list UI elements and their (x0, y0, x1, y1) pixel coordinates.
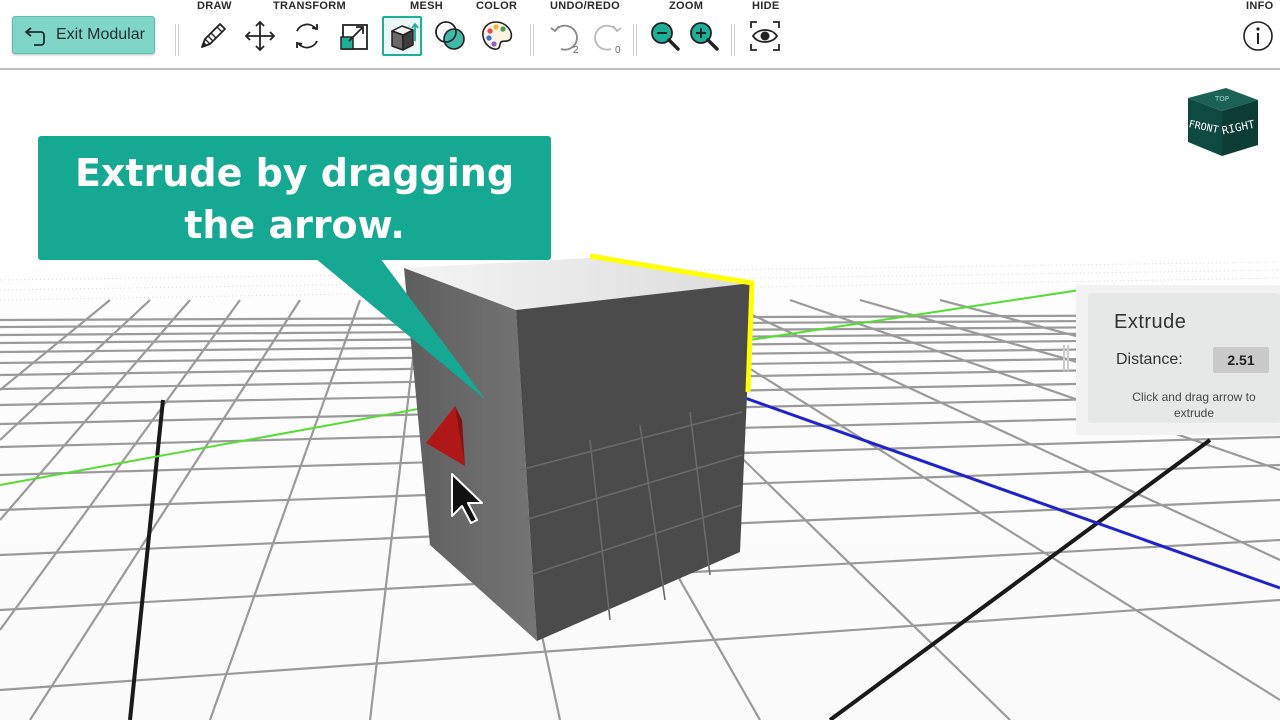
toolbar: Exit Modular DRAW TRANSFORM MESH COLOR U… (0, 0, 1280, 70)
extrude-tool-button[interactable] (382, 16, 422, 56)
toolbar-separator (175, 24, 179, 56)
redo-count: 0 (615, 45, 621, 56)
undo-redo-group-label: UNDO/REDO (550, 0, 620, 12)
transform-group-label: TRANSFORM (273, 0, 346, 12)
view-cube-top-label: TOP (1214, 95, 1229, 103)
zoom-in-button[interactable] (684, 16, 724, 56)
draw-group-label: DRAW (197, 0, 232, 12)
extrude-card: Extrude Distance: 2.51 Click and drag ar… (1088, 293, 1280, 423)
scale-tool-button[interactable] (334, 16, 374, 56)
move-arrows-icon (244, 20, 276, 52)
view-cube[interactable]: TOP FRONT RIGHT (1188, 88, 1258, 156)
color-group-label: COLOR (476, 0, 518, 12)
scale-icon (340, 24, 368, 50)
undo-count: 2 (573, 45, 579, 56)
exit-modular-button[interactable]: Exit Modular (12, 16, 155, 54)
zoom-group-label: ZOOM (669, 0, 704, 12)
toolbar-separator (633, 24, 637, 56)
toolbar-separator (530, 24, 534, 56)
rotate-tool-button[interactable] (287, 16, 327, 56)
extrude-cube-icon (391, 22, 419, 51)
pencil-icon (201, 23, 226, 48)
hide-group-label: HIDE (752, 0, 780, 12)
tutorial-callout-text: Extrude by dragging the arrow. (38, 147, 551, 251)
info-icon (1243, 21, 1273, 51)
callout-line-1: Extrude by dragging (74, 151, 515, 195)
callout-line-2: the arrow. (184, 203, 405, 247)
palette-icon (482, 21, 513, 50)
info-button[interactable] (1238, 16, 1278, 56)
exit-modular-label: Exit Modular (56, 26, 145, 43)
eye-icon (750, 21, 780, 51)
mesh-group-label: MESH (410, 0, 443, 12)
panel-drag-handle[interactable] (1063, 345, 1069, 371)
color-tool-button[interactable] (477, 16, 517, 56)
zoom-out-button[interactable] (645, 16, 685, 56)
draw-tool-button[interactable] (193, 16, 233, 56)
boolean-tool-button[interactable] (430, 16, 470, 56)
move-tool-button[interactable] (240, 16, 280, 56)
distance-label: Distance: (1116, 351, 1183, 368)
hide-button[interactable] (745, 16, 785, 56)
extrude-panel: Extrude Distance: 2.51 Click and drag ar… (1076, 285, 1280, 435)
zoom-in-icon (690, 22, 719, 51)
distance-value-field[interactable]: 2.51 (1213, 347, 1269, 373)
extrude-title: Extrude (1114, 311, 1187, 333)
redo-button[interactable] (588, 16, 628, 56)
boolean-circles-icon (435, 21, 465, 50)
info-group-label: INFO (1246, 0, 1274, 12)
rotate-icon (296, 23, 318, 49)
zoom-out-icon (651, 22, 680, 51)
exit-arrow-icon (25, 27, 45, 46)
toolbar-separator (731, 24, 735, 56)
extrude-hint: Click and drag arrow to extrude (1132, 390, 1256, 420)
